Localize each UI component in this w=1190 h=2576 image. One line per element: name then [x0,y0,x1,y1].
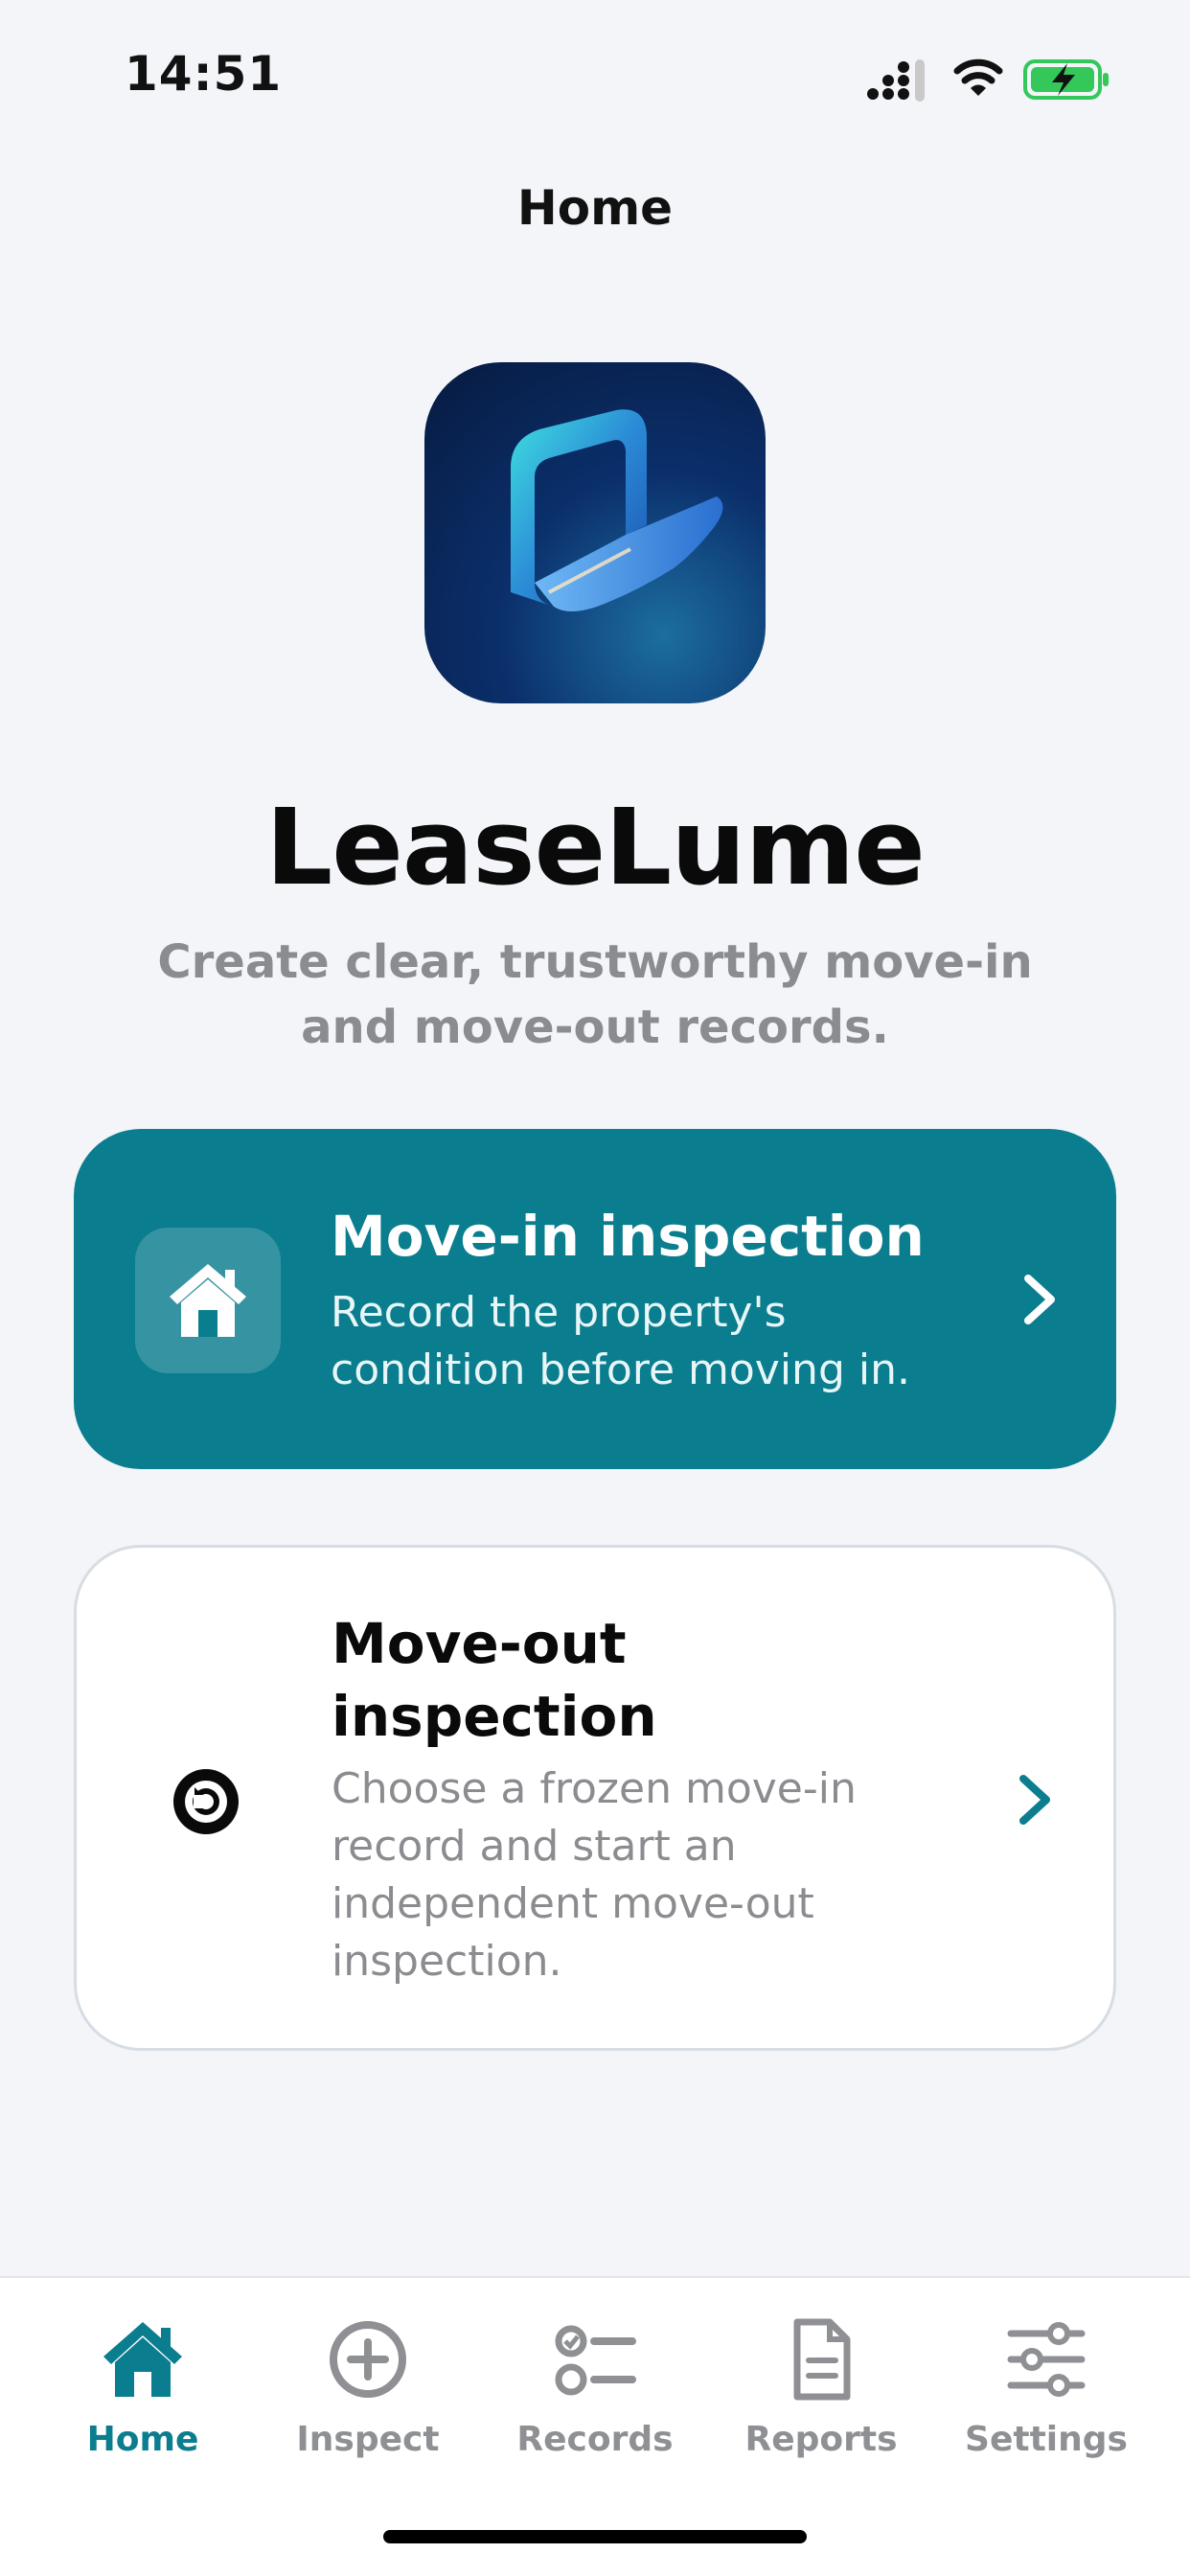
tab-records[interactable]: Records [499,2316,691,2459]
leaselume-app-icon [424,362,766,703]
document-icon [793,2318,851,2401]
app-tagline: Create clear, trustworthy move-in and mo… [157,935,1033,1054]
move-out-title: Move-out inspection [332,1611,657,1749]
cellular-signal-icon [867,59,925,102]
tab-label: Settings [965,2420,1128,2459]
status-time: 14:51 [125,46,283,102]
tab-label: Records [516,2420,674,2459]
plus-circle-icon [330,2321,406,2398]
chevron-right-icon [1024,1275,1055,1324]
home-icon [135,1228,281,1373]
wifi-icon [953,58,1003,96]
home-indicator[interactable] [383,2530,807,2543]
tab-inspect[interactable]: Inspect [272,2316,464,2459]
battery-charging-icon [1023,59,1109,100]
tab-home[interactable]: Home [47,2316,239,2459]
sliders-icon [1007,2322,1086,2397]
move-in-title: Move-in inspection [331,1204,925,1269]
undo-circle-icon [173,1769,239,1834]
move-out-inspection-card[interactable]: Move-out inspection Choose a frozen move… [74,1545,1116,2051]
home-icon [103,2322,182,2397]
chevron-right-icon [1019,1775,1050,1825]
tab-label: Reports [744,2420,898,2459]
page-title: Home [516,180,674,236]
checklist-icon [555,2325,636,2396]
move-out-description: Choose a frozen move-in record and start… [332,1764,857,1986]
tab-label: Inspect [296,2420,440,2459]
app-name: LeaseLume [265,786,926,908]
tab-settings[interactable]: Settings [950,2316,1142,2459]
move-in-inspection-card[interactable]: Move-in inspection Record the property's… [74,1129,1116,1469]
move-in-description: Record the property's condition before m… [331,1288,910,1394]
tab-reports[interactable]: Reports [725,2316,917,2459]
tab-label: Home [86,2420,199,2459]
